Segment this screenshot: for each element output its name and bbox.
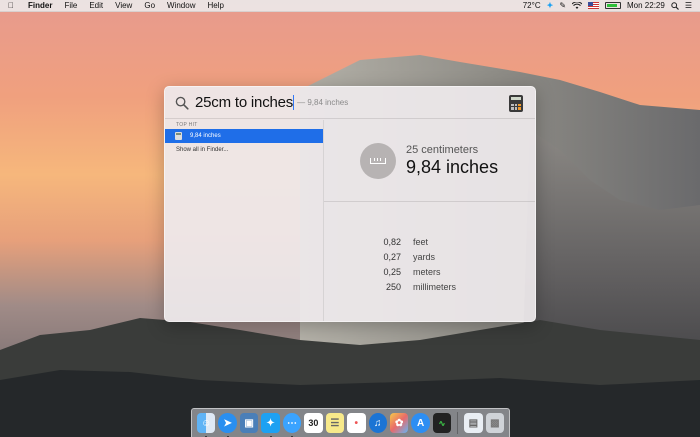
- status-area: 72°C ✦ ✎ Mon 22:29 ☰: [523, 1, 700, 11]
- conversion-value: 0,25: [383, 266, 401, 277]
- section-label: TOP HIT: [176, 122, 198, 128]
- menu-go[interactable]: Go: [138, 0, 161, 12]
- list-icon[interactable]: ☰: [685, 1, 692, 11]
- menu-window[interactable]: Window: [161, 0, 201, 12]
- search-icon: [175, 96, 189, 110]
- conversion-row: 0,27 yards: [324, 249, 535, 264]
- search-input[interactable]: 25cm to inches: [195, 94, 293, 111]
- conversion-row: 0,25 meters: [324, 264, 535, 279]
- app-store-icon[interactable]: A: [411, 413, 430, 433]
- script-icon[interactable]: ✎: [559, 1, 566, 11]
- itunes-icon[interactable]: ♫: [368, 413, 387, 433]
- apple-icon[interactable]: : [0, 1, 22, 10]
- conversion-value: 250: [385, 281, 401, 292]
- conversion-row: 0,82 feet: [324, 234, 535, 249]
- ruler-icon: [360, 142, 396, 179]
- other-conversions: 0,82 feet 0,27 yards 0,25 meters 250 mil…: [324, 202, 535, 294]
- conversion-unit: feet: [413, 236, 429, 247]
- flag-icon[interactable]: [588, 2, 600, 9]
- preview-pane: 25 centimeters 9,84 inches 0,82 feet 0,2…: [323, 120, 535, 321]
- search-suggestion: — 9,84 inches: [297, 98, 349, 107]
- wifi-icon[interactable]: [572, 1, 583, 11]
- conversion-unit: millimeters: [413, 281, 457, 292]
- conversion-value: 0,27: [383, 251, 401, 262]
- trash-icon[interactable]: ▩: [485, 413, 505, 433]
- calendar-icon[interactable]: 30: [304, 413, 323, 433]
- twitter-icon[interactable]: ✦: [547, 1, 554, 11]
- battery-level: [607, 4, 618, 7]
- activity-monitor-icon[interactable]: ∿: [432, 413, 452, 433]
- conversion-unit: meters: [413, 266, 441, 277]
- top-hit-row[interactable]: 9,84 inches: [165, 129, 323, 143]
- search-icon[interactable]: [671, 1, 679, 11]
- reminders-icon[interactable]: •: [347, 413, 366, 433]
- menu-help[interactable]: Help: [201, 0, 229, 12]
- top-hit-label: 9,84 inches: [190, 133, 221, 139]
- results-list: TOP HIT 9,84 inches Show all in Finder..…: [165, 120, 323, 321]
- notes-icon[interactable]: ☰: [325, 413, 345, 433]
- text-caret: [293, 95, 295, 110]
- conversion-value: 0,82: [383, 236, 401, 247]
- conversion-unit: yards: [413, 251, 436, 262]
- calculator-icon: [509, 95, 523, 112]
- spotlight-window: 25cm to inches — 9,84 inches TOP HIT 9,8…: [164, 86, 536, 322]
- conversion-result: 9,84 inches: [406, 156, 499, 177]
- twitter-icon[interactable]: ✦: [261, 413, 280, 437]
- documents-icon[interactable]: ▤: [464, 413, 483, 433]
- conversion-row: 250 millimeters: [324, 279, 535, 294]
- app-menu[interactable]: Finder: [22, 0, 58, 12]
- messages-icon[interactable]: ⋯: [282, 413, 302, 437]
- dock: ☺ ➤ ▣ ✦ ⋯ 30 ☰ • ♫ ✿ A ∿ ▤ ▩: [191, 408, 510, 437]
- battery-icon[interactable]: [605, 2, 622, 9]
- photos-icon[interactable]: ✿: [389, 413, 409, 433]
- conversion-header: 25 centimeters 9,84 inches: [324, 120, 535, 202]
- conversion-from: 25 centimeters: [406, 143, 479, 156]
- menu-edit[interactable]: Edit: [83, 0, 109, 12]
- temperature-readout[interactable]: 72°C: [523, 1, 541, 11]
- safari-icon[interactable]: ➤: [218, 413, 237, 437]
- finder-icon[interactable]: ☺: [197, 413, 216, 437]
- calculator-icon: [175, 132, 182, 140]
- clock[interactable]: Mon 22:29: [627, 1, 665, 11]
- menu-view[interactable]: View: [109, 0, 138, 12]
- show-all-in-finder-link[interactable]: Show all in Finder...: [165, 143, 323, 157]
- menu-bar:  Finder File Edit View Go Window Help 7…: [0, 0, 700, 12]
- dock-separator: [457, 412, 459, 434]
- preview-icon[interactable]: ▣: [239, 413, 259, 433]
- menu-file[interactable]: File: [58, 0, 83, 12]
- spotlight-search-bar[interactable]: 25cm to inches — 9,84 inches: [165, 87, 535, 119]
